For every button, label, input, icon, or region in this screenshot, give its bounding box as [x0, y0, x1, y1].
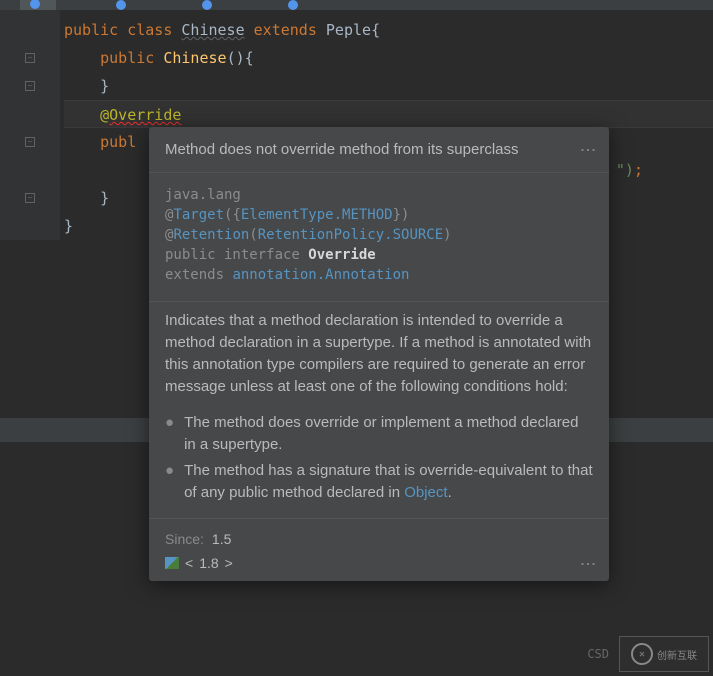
code-line[interactable]: public class Chinese extends Peple{ [64, 16, 713, 44]
java-file-icon [116, 0, 126, 10]
doc-description: Indicates that a method declaration is i… [149, 302, 609, 412]
gutter-row [0, 100, 60, 128]
java-file-icon [202, 0, 212, 10]
nav-next[interactable]: > [225, 555, 233, 571]
code-line[interactable]: public Chinese(){ [64, 44, 713, 72]
doc-link[interactable]: RetentionPolicy.SOURCE [258, 227, 443, 243]
more-actions-icon[interactable]: ⋮ [578, 142, 597, 157]
nav-prev[interactable]: < [185, 555, 193, 571]
file-tab[interactable] [192, 0, 228, 10]
list-item: ●The method does override or implement a… [165, 412, 593, 456]
fold-icon[interactable]: − [0, 72, 60, 100]
more-actions-icon[interactable]: ⋮ [578, 556, 597, 571]
gutter: − − − − [0, 10, 60, 240]
fold-icon[interactable]: − [0, 128, 60, 156]
java-file-icon [288, 0, 298, 10]
bullet-icon: ● [165, 412, 174, 456]
gutter-row [0, 212, 60, 240]
code-line-active[interactable]: @Override [64, 100, 713, 128]
since-label: Since:1.5 [165, 531, 597, 547]
list-item: ●The method has a signature that is over… [165, 460, 593, 504]
file-tab[interactable] [278, 0, 314, 10]
java-file-icon [30, 0, 40, 9]
library-icon [165, 557, 179, 569]
gutter-row [0, 156, 60, 184]
documentation-popup: Method does not override method from its… [149, 127, 609, 581]
doc-link[interactable]: Retention [173, 227, 249, 243]
doc-link[interactable]: Object [404, 484, 447, 501]
file-tab[interactable] [20, 0, 56, 10]
doc-link[interactable]: ElementType.METHOD [241, 207, 393, 223]
version-nav: < 1.8 > [165, 555, 233, 571]
version-label: 1.8 [199, 555, 218, 571]
doc-list: ●The method does override or implement a… [149, 412, 609, 518]
gutter-row [0, 16, 60, 44]
watermark-text: CSD [587, 647, 609, 661]
fold-icon[interactable]: − [0, 44, 60, 72]
popup-header: Method does not override method from its… [149, 127, 609, 172]
brand-logo: ✕ 创新互联 [619, 636, 709, 672]
bullet-icon: ● [165, 460, 174, 504]
error-message: Method does not override method from its… [165, 141, 519, 158]
fold-icon[interactable]: − [0, 184, 60, 212]
file-tab[interactable] [106, 0, 142, 10]
logo-icon: ✕ [631, 643, 653, 665]
doc-signature: java.lang @Target({ElementType.METHOD}) … [149, 173, 609, 301]
doc-link[interactable]: annotation.Annotation [232, 267, 409, 283]
editor-tabs [0, 0, 713, 10]
doc-link[interactable]: Target [173, 207, 224, 223]
watermark: CSD ✕ 创新互联 [0, 632, 713, 676]
doc-footer: Since:1.5 < 1.8 > ⋮ [149, 519, 609, 581]
code-line[interactable]: } [64, 72, 713, 100]
